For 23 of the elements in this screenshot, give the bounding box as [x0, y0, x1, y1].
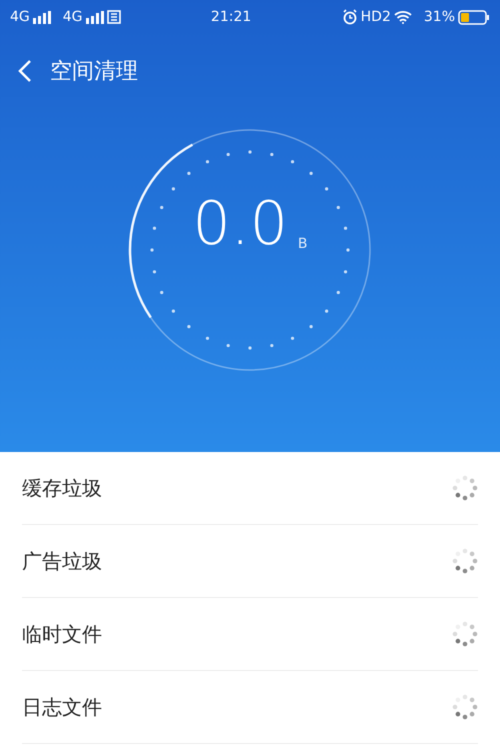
loading-spinner-icon [452, 548, 478, 574]
clock-time: 21:21 [210, 9, 252, 25]
category-label: 临时文件 [22, 620, 102, 648]
battery-percentage: 31% [424, 9, 455, 25]
page-title: 空间清理 [50, 58, 138, 86]
network-label: 4G [62, 9, 83, 25]
battery-icon [458, 10, 490, 24]
signal-icon [86, 10, 104, 24]
hd-label: HD2 [360, 9, 391, 25]
loading-spinner-icon [452, 621, 478, 647]
network-label: 4G [10, 9, 30, 25]
category-label: 日志文件 [22, 694, 102, 720]
category-label: 广告垃圾 [22, 548, 102, 574]
back-icon[interactable] [18, 59, 32, 83]
category-label: 缓存垃圾 [22, 474, 102, 502]
sim-icon [106, 10, 121, 24]
signal-icon [32, 10, 51, 24]
loading-spinner-icon [452, 475, 478, 501]
alarm-icon [342, 9, 358, 25]
wifi-icon [394, 10, 412, 24]
size-value: 0.0 [192, 194, 288, 254]
size-unit: B [298, 236, 308, 254]
loading-spinner-icon [452, 694, 478, 720]
